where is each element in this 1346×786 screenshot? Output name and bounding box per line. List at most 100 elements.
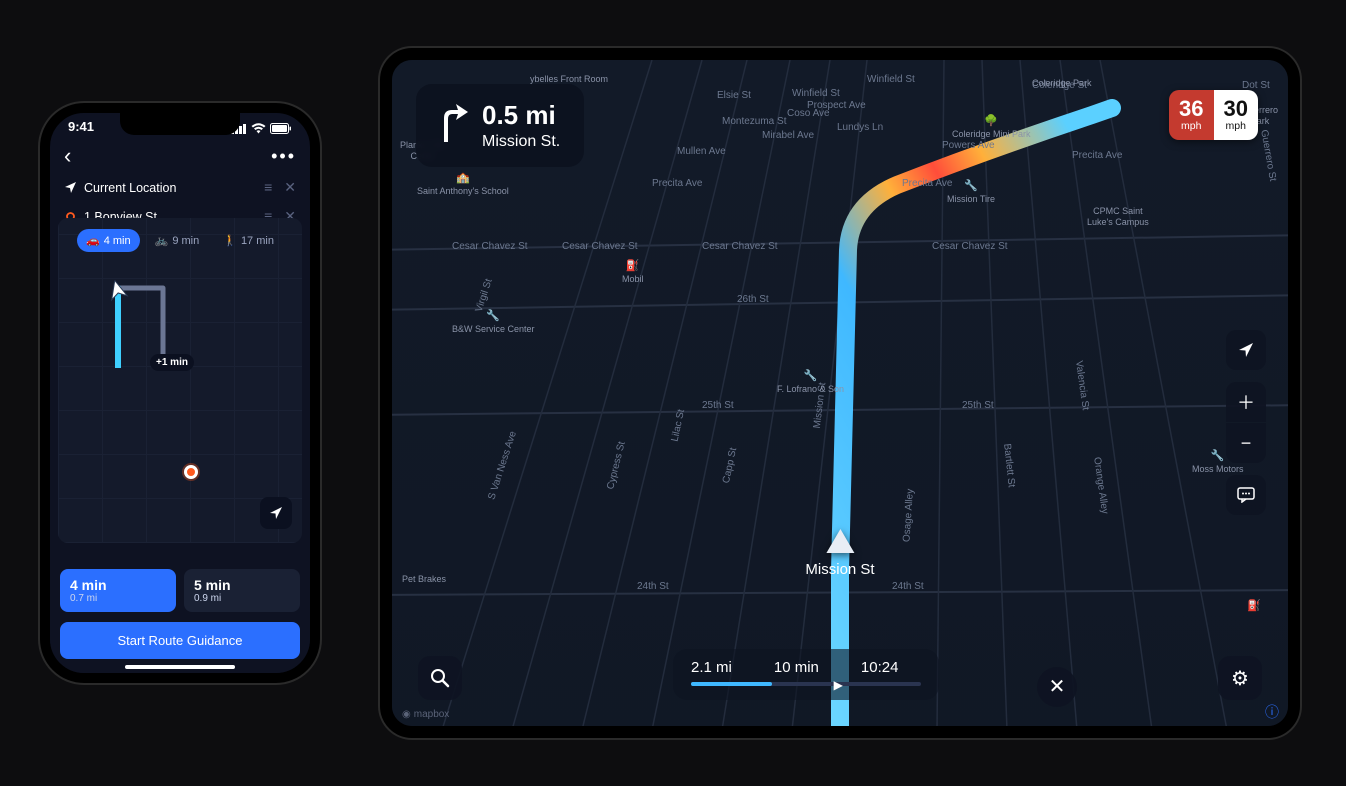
wrench-icon: 🔧: [777, 370, 844, 383]
mapbox-logo-icon: ◉: [402, 709, 411, 720]
walk-icon: 🚶: [223, 234, 237, 247]
route-options: 4 min 0.7 mi 5 min 0.9 mi: [60, 569, 300, 612]
current-position: Mission St: [805, 529, 874, 578]
alt-route-badge[interactable]: +1 min: [150, 354, 194, 371]
feedback-button[interactable]: [1226, 475, 1266, 515]
poi-school: 🏫Saint Anthony's School: [417, 172, 509, 197]
trip-status-bar: 2.1 mi 10 min 10:24 ▶ ✕: [673, 649, 1007, 700]
phone-notch: [120, 113, 240, 135]
street-label: Coso Ave: [787, 108, 830, 119]
street-label: Winfield St: [792, 88, 840, 99]
street-label: Cesar Chavez St: [932, 241, 1008, 252]
street-label: Montezuma St: [722, 116, 786, 127]
poi: 🔧Mission Tire: [947, 180, 995, 205]
clear-origin-icon[interactable]: ✕: [284, 179, 296, 196]
street-label: Cesar Chavez St: [452, 241, 528, 252]
compass-button[interactable]: [1226, 330, 1266, 370]
route-distance: 0.9 mi: [194, 593, 290, 604]
street-label: Precita Ave: [652, 178, 702, 189]
poi: 🔧F. Lofrano & Son: [777, 370, 844, 395]
wifi-icon: [251, 122, 266, 137]
bike-icon: 🚲: [155, 234, 169, 247]
trip-eta: 10:24: [861, 659, 899, 676]
turn-street: Mission St.: [482, 133, 560, 151]
street-label: 25th St: [962, 400, 994, 411]
zoom-controls: ＋ −: [1226, 382, 1266, 463]
phone-nav-header: ‹ •••: [50, 139, 310, 173]
street-label: 25th St: [702, 400, 734, 411]
mode-tabs: 🚗 4 min 🚲 9 min 🚶 17 min: [50, 223, 310, 258]
mode-label: 9 min: [172, 235, 199, 247]
home-indicator[interactable]: [125, 665, 235, 669]
info-button[interactable]: ⓘ: [1262, 702, 1282, 722]
car-icon: 🚗: [86, 234, 100, 247]
battery-icon: [270, 122, 292, 137]
turn-instruction-card: 0.5 mi Mission St.: [416, 84, 584, 167]
mode-tab-bike[interactable]: 🚲 9 min: [146, 229, 209, 252]
search-button[interactable]: [418, 656, 462, 700]
origin-label: Current Location: [84, 181, 176, 195]
more-button[interactable]: •••: [271, 146, 296, 167]
poi-park: 🌳Coleridge Mini Park: [952, 115, 1031, 140]
street-label: 24th St: [637, 581, 669, 592]
route-distance: 0.7 mi: [70, 593, 166, 604]
speed-indicator: 36 mph 30 mph: [1169, 90, 1258, 140]
street-label: Precita Ave: [1072, 150, 1122, 161]
trip-info[interactable]: 2.1 mi 10 min 10:24 ▶: [673, 649, 939, 700]
poi-park: Coleridge Park: [1032, 78, 1092, 89]
wrench-icon: 🔧: [947, 180, 995, 193]
street-label: Lundys Ln: [837, 122, 883, 133]
street-label: Cesar Chavez St: [702, 241, 778, 252]
reorder-icon[interactable]: ≡: [264, 179, 272, 196]
settings-button[interactable]: ⚙: [1218, 656, 1262, 700]
progress-caret-icon: ▶: [834, 678, 843, 692]
mode-label: 4 min: [104, 235, 131, 247]
current-speed: 36 mph: [1169, 90, 1213, 140]
gas-icon: ⛽: [1247, 600, 1261, 613]
status-time: 9:41: [68, 119, 94, 139]
mode-tab-drive[interactable]: 🚗 4 min: [77, 229, 140, 252]
speed-limit: 30 mph: [1214, 90, 1258, 140]
street-label: Mullen Ave: [677, 146, 726, 157]
poi: 🔧B&W Service Center: [452, 310, 535, 335]
end-navigation-button[interactable]: ✕: [1037, 667, 1077, 707]
street-label: 24th St: [892, 581, 924, 592]
route-option-1[interactable]: 4 min 0.7 mi: [60, 569, 176, 612]
street-label: Elsie St: [717, 90, 751, 101]
start-guidance-button[interactable]: Start Route Guidance: [60, 622, 300, 659]
location-arrow-icon: [64, 182, 76, 193]
current-position-arrow-icon: [826, 529, 854, 553]
street-label: Precita Ave: [902, 178, 952, 189]
map-controls: ＋ −: [1226, 330, 1266, 515]
trip-progress: ▶: [691, 682, 921, 686]
current-street-label: Mission St: [805, 561, 874, 578]
tablet-map[interactable]: Cesar Chavez St Cesar Chavez St Cesar Ch…: [392, 60, 1288, 726]
route-time: 5 min: [194, 577, 290, 593]
map-attribution: ◉ mapbox: [402, 709, 449, 720]
zoom-in-button[interactable]: ＋: [1226, 382, 1266, 422]
status-indicators: [231, 119, 292, 139]
poi: Pet Brakes: [402, 574, 446, 585]
route-option-2[interactable]: 5 min 0.9 mi: [184, 569, 300, 612]
street-label: Mirabel Ave: [762, 130, 814, 141]
wrench-icon: 🔧: [452, 310, 535, 323]
mode-label: 17 min: [241, 235, 274, 247]
recenter-button[interactable]: [260, 497, 292, 529]
tablet-device: Cesar Chavez St Cesar Chavez St Cesar Ch…: [380, 48, 1300, 738]
trip-distance: 2.1 mi: [691, 659, 732, 676]
mode-tab-walk[interactable]: 🚶 17 min: [214, 229, 283, 252]
gas-icon: ⛽: [622, 260, 644, 273]
origin-row[interactable]: Current Location ≡ ✕: [50, 173, 310, 202]
street-label: Cesar Chavez St: [562, 241, 638, 252]
trip-duration: 10 min: [774, 659, 819, 676]
street-label: 26th St: [737, 294, 769, 305]
zoom-out-button[interactable]: −: [1226, 423, 1266, 463]
street-label: Powers Ave: [942, 140, 995, 151]
poi-hospital: CPMC Saint Luke's Campus: [1087, 206, 1149, 228]
tree-icon: 🌳: [952, 115, 1031, 128]
phone-map[interactable]: +1 min: [58, 218, 302, 543]
school-icon: 🏫: [417, 172, 509, 185]
turn-distance: 0.5 mi: [482, 100, 560, 131]
back-button[interactable]: ‹: [64, 143, 71, 169]
route-time: 4 min: [70, 577, 166, 593]
